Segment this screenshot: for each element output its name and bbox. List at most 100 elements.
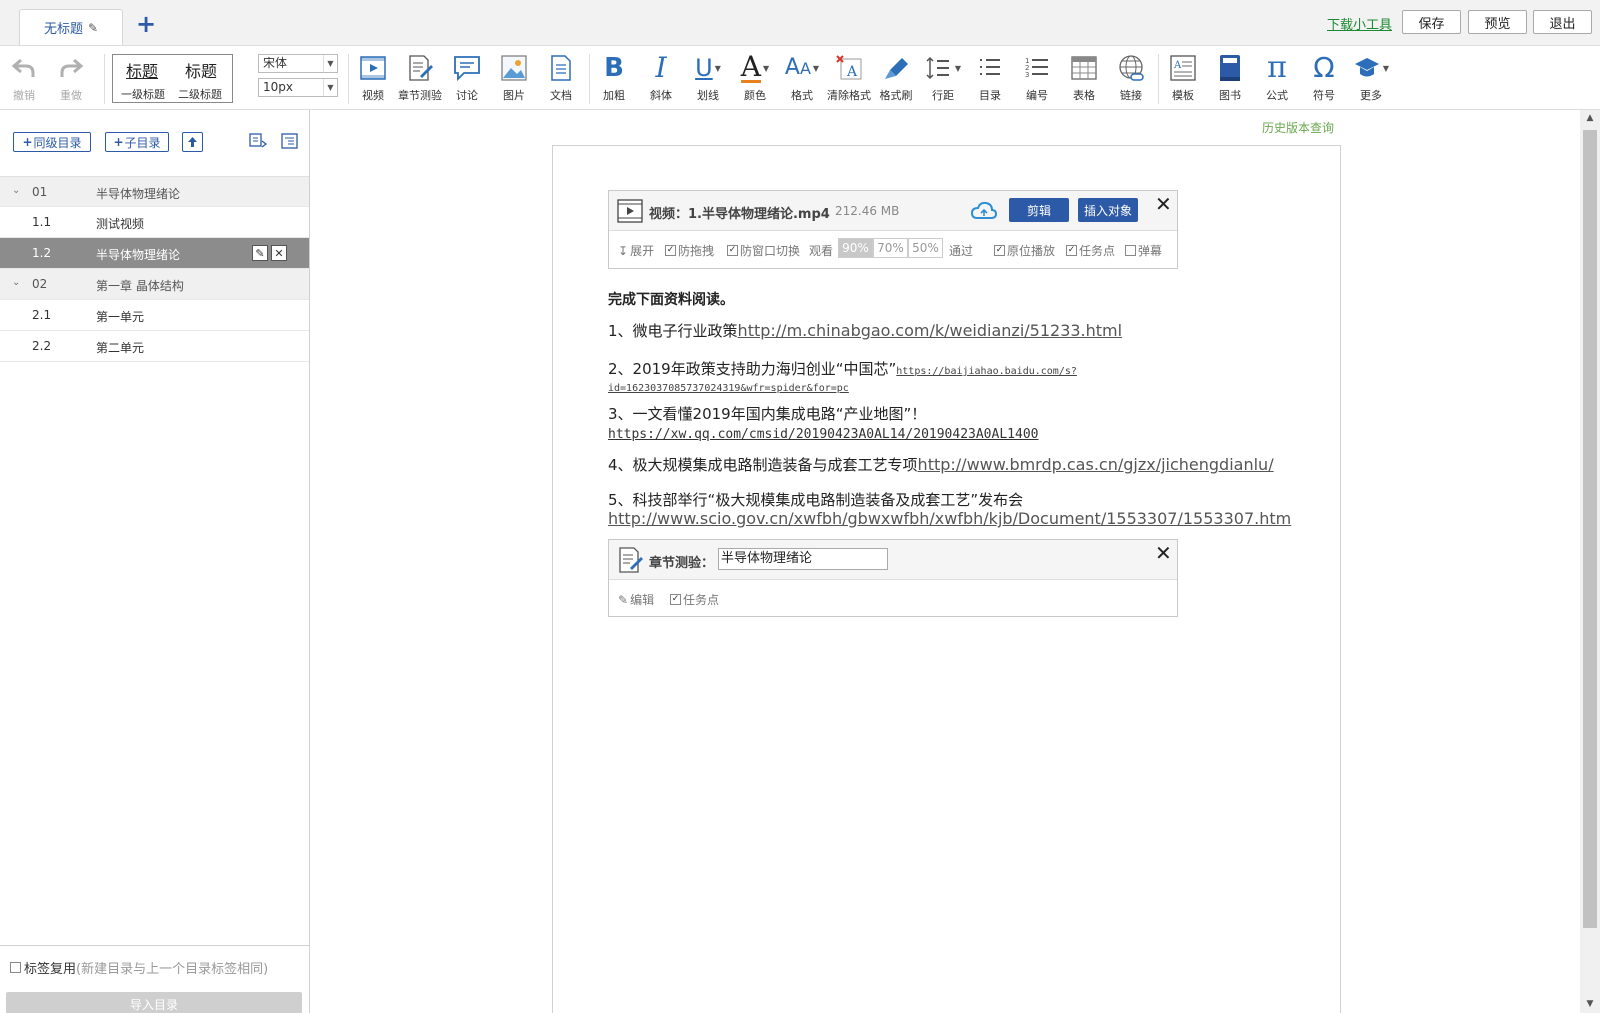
link-button[interactable]: 链接 [1109, 51, 1153, 107]
item-link[interactable]: http://www.bmrdp.cas.cn/gjzx/jichengdian… [918, 455, 1274, 474]
video-file-icon [617, 199, 643, 223]
more-button[interactable]: ▼ 更多 [1349, 51, 1393, 107]
symbol-button[interactable]: Ω 符号 [1302, 51, 1346, 107]
line-spacing-button[interactable]: ▼ 行距 [921, 51, 965, 107]
discuss-button[interactable]: 讨论 [445, 51, 489, 107]
table-label: 表格 [1073, 89, 1095, 102]
quiz-title-input[interactable]: 半导体物理绪论 [718, 548, 888, 570]
save-button[interactable]: 保存 [1402, 10, 1461, 34]
table-button[interactable]: 表格 [1062, 51, 1106, 107]
watch-90-option[interactable]: 90% [838, 238, 873, 258]
collapse-all-icon[interactable] [248, 131, 268, 154]
task-point-checkbox[interactable]: ✓ [1066, 245, 1077, 256]
format-painter-button[interactable]: 格式刷 [874, 51, 918, 107]
quiz-task-checkbox[interactable]: ✓ [670, 594, 681, 605]
expand-all-icon[interactable] [280, 131, 300, 154]
chapter-quiz-button[interactable]: 章节测验 [398, 51, 442, 107]
exit-button[interactable]: 退出 [1533, 10, 1592, 34]
item-link[interactable]: https://baijiahao.baidu.com/s? [896, 366, 1077, 377]
chevron-down-icon: ▼ [323, 79, 337, 96]
history-versions-link[interactable]: 历史版本查询 [1262, 119, 1334, 136]
pencil-icon[interactable]: ✎ [88, 21, 98, 35]
edit-icon[interactable]: ✎ [252, 245, 268, 261]
anti-drag-checkbox[interactable]: ✓ [665, 245, 676, 256]
chevron-down-icon[interactable]: ⌄ [12, 277, 20, 288]
add-child-button[interactable]: + 子目录 [105, 132, 169, 152]
document-tab[interactable]: 无标题 ✎ [19, 9, 123, 45]
more-label: 更多 [1360, 89, 1382, 102]
undo-button[interactable]: 撤销 [2, 51, 46, 107]
add-sibling-button[interactable]: + 同级目录 [13, 132, 91, 152]
formula-button[interactable]: π 公式 [1255, 51, 1299, 107]
reuse-tags-checkbox[interactable] [10, 962, 21, 973]
template-button[interactable]: A 模板 [1161, 51, 1205, 107]
heading1-button[interactable]: 标题 [126, 58, 158, 82]
document-page[interactable]: 视频：1.半导体物理绪论.mp4 212.46 MB 剪辑 插入对象 ✕ ↧ 展开… [552, 145, 1341, 1013]
bold-button[interactable]: B 加粗 [592, 51, 636, 107]
font-size-select[interactable]: 10px ▼ [258, 78, 338, 97]
expand-toggle[interactable]: ↧ 展开 [618, 242, 654, 259]
chevron-down-icon[interactable]: ⌄ [12, 185, 20, 196]
book-button[interactable]: 图书 [1208, 51, 1252, 107]
video-title: 视频：1.半导体物理绪论.mp4 [649, 207, 830, 222]
download-tools-link[interactable]: 下载小工具 [1327, 14, 1392, 33]
item-link[interactable]: http://www.scio.gov.cn/xwfbh/gbwxwfbh/xw… [608, 509, 1291, 528]
video-button[interactable]: 视频 [351, 51, 395, 107]
insert-object-button[interactable]: 插入对象 [1078, 198, 1138, 222]
scroll-up-icon[interactable]: ▲ [1580, 110, 1600, 127]
item-link[interactable]: id=1623037085737024319&wfr=spider&for=pc [608, 383, 849, 394]
numbering-button[interactable]: 123 编号 [1015, 51, 1059, 107]
quiz-file-icon [619, 547, 643, 573]
row-number: 1.1 [32, 215, 52, 229]
move-up-button[interactable] [182, 132, 203, 152]
scroll-thumb[interactable] [1583, 130, 1597, 928]
watch-50-option[interactable]: 50% [908, 238, 943, 258]
scroll-down-icon[interactable]: ▼ [1580, 996, 1600, 1013]
close-icon[interactable]: ✕ [1155, 543, 1172, 563]
add-tab-button[interactable]: + [136, 12, 156, 36]
toc-button[interactable]: 目录 [968, 51, 1012, 107]
bullet-comments-checkbox[interactable] [1125, 245, 1136, 256]
item-link[interactable]: https://xw.qq.com/cmsid/20190423A0AL14/2… [608, 427, 1038, 442]
preview-button[interactable]: 预览 [1468, 10, 1527, 34]
underline-label: 划线 [697, 89, 719, 102]
clip-video-button[interactable]: 剪辑 [1009, 198, 1069, 222]
outline-row-section[interactable]: 2.1 第一单元 [0, 300, 309, 331]
inplace-play-checkbox[interactable]: ✓ [994, 245, 1005, 256]
chevron-down-icon: ▼ [954, 63, 962, 73]
document-button[interactable]: 文档 [539, 51, 583, 107]
document-tab-title: 无标题 [43, 22, 83, 37]
outline-row-section[interactable]: 1.1 测试视频 [0, 207, 309, 238]
heading2-button[interactable]: 标题 [185, 58, 217, 82]
reading-item-link-continued: id=1623037085737024319&wfr=spider&for=pc [608, 377, 849, 395]
row-title: 测试视频 [96, 217, 145, 231]
cloud-icon[interactable] [970, 200, 998, 222]
format-button[interactable]: AA ▼ 格式 [780, 51, 824, 107]
color-button[interactable]: A ▼ 颜色 [733, 51, 777, 107]
plus-icon: + [113, 135, 124, 149]
quiz-icon [409, 55, 433, 81]
item-link[interactable]: http://m.chinabgao.com/k/weidianzi/51233… [738, 321, 1123, 340]
quiz-edit-button[interactable]: ✎ 编辑 [618, 591, 654, 608]
close-icon[interactable]: ✕ [1155, 194, 1172, 214]
anti-switch-checkbox[interactable]: ✓ [727, 245, 738, 256]
video-object-card[interactable]: 视频：1.半导体物理绪论.mp4 212.46 MB 剪辑 插入对象 ✕ ↧ 展开… [608, 190, 1178, 269]
underline-button[interactable]: U ▼ 划线 [686, 51, 730, 107]
vertical-scrollbar[interactable]: ▲ ▼ [1580, 110, 1600, 1013]
import-outline-button[interactable]: 导入目录 [6, 992, 302, 1013]
outline-row-section[interactable]: 2.2 第二单元 [0, 331, 309, 362]
italic-button[interactable]: I 斜体 [639, 51, 683, 107]
clear-format-button[interactable]: A 清除格式 [827, 51, 871, 107]
row-number: 02 [32, 277, 48, 291]
outline-row-chapter[interactable]: ⌄ 02 第一章 晶体结构 [0, 269, 309, 300]
font-family-select[interactable]: 宋体 ▼ [258, 54, 338, 73]
chapter-quiz-card[interactable]: 章节测验： 半导体物理绪论 ✕ ✎ 编辑 ✓ 任务点 [608, 539, 1178, 617]
outline-row-chapter[interactable]: ⌄ 01 半导体物理绪论 [0, 176, 309, 207]
outline-row-section-selected[interactable]: 1.2 半导体物理绪论 ✎ ✕ [0, 238, 309, 269]
bullet-comments-label: 弹幕 [1138, 244, 1163, 258]
image-label: 图片 [503, 89, 525, 102]
redo-button[interactable]: 重做 [49, 51, 93, 107]
watch-70-option[interactable]: 70% [873, 238, 908, 258]
image-button[interactable]: 图片 [492, 51, 536, 107]
delete-icon[interactable]: ✕ [271, 245, 287, 261]
